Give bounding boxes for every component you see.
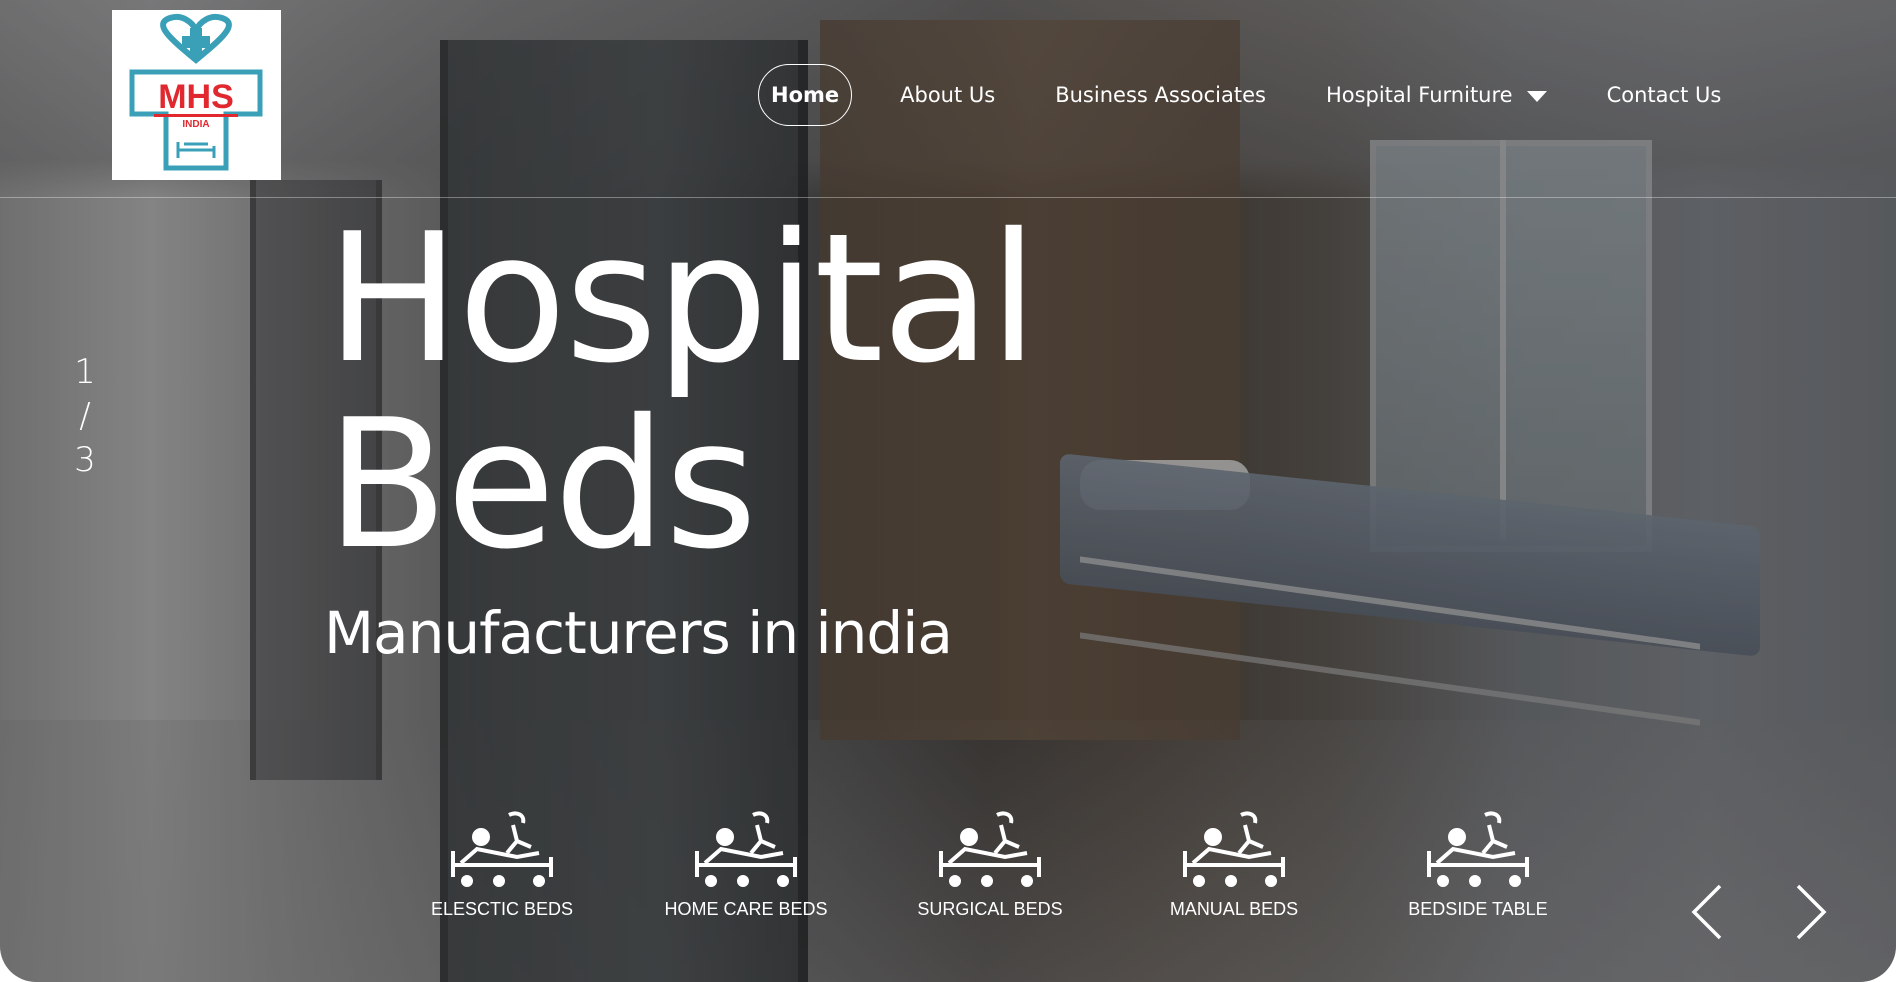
category-label: ELESCTIC BEDS (430, 899, 574, 919)
category-bedside-table[interactable]: BEDSIDE TABLE (1356, 805, 1600, 920)
category-surgical-beds[interactable]: SURGICAL BEDS (868, 805, 1112, 920)
next-slide-button[interactable] (1786, 882, 1830, 942)
nav-hospital-furniture[interactable]: Hospital Furniture (1326, 83, 1547, 107)
chevron-left-icon (1691, 884, 1722, 940)
hospital-bed-icon (695, 811, 797, 887)
hospital-bed-icon (1427, 811, 1529, 887)
hero-subtitle: Manufacturers in india (324, 599, 953, 667)
nav-home[interactable]: Home (758, 64, 853, 126)
category-home-care-beds[interactable]: HOME CARE BEDS (624, 805, 868, 920)
nav-business-associates[interactable]: Business Associates (1055, 83, 1266, 107)
logo-country-text: INDIA (182, 119, 209, 130)
category-electric-beds[interactable]: ELESCTIC BEDS (380, 805, 624, 920)
category-label: SURGICAL BEDS (917, 899, 1063, 919)
hero-banner: MHS INDIA Home About Us Business Associa… (0, 0, 1896, 982)
hospital-bed-icon (451, 811, 553, 887)
logo-brand-text: MHS (158, 78, 234, 116)
logo-emblem: MHS INDIA (129, 14, 263, 171)
category-list: ELESCTIC BEDS HOME CARE BEDS SURGICAL BE… (380, 805, 1600, 920)
nav-about-us[interactable]: About Us (900, 83, 995, 107)
prev-slide-button[interactable] (1688, 882, 1732, 942)
slide-counter: 1 / 3 (70, 350, 100, 482)
category-manual-beds[interactable]: MANUAL BEDS (1112, 805, 1356, 920)
main-nav: Home About Us Business Associates Hospit… (758, 62, 1781, 128)
slide-total: 3 (74, 440, 96, 480)
hero-title: Hospital Beds (326, 195, 1038, 588)
site-logo[interactable]: MHS INDIA (112, 10, 281, 180)
slide-separator: / (79, 396, 91, 436)
chevron-down-icon (1526, 91, 1547, 102)
hero-title-line1: Hospital (326, 195, 1038, 402)
chevron-right-icon (1796, 884, 1827, 940)
category-label: MANUAL BEDS (1169, 899, 1299, 919)
hospital-bed-icon (939, 811, 1041, 887)
category-label: HOME CARE BEDS (664, 899, 828, 919)
hospital-bed-icon (1183, 811, 1285, 887)
slide-current: 1 (74, 352, 96, 392)
nav-contact-us[interactable]: Contact Us (1607, 83, 1722, 107)
category-label: BEDSIDE TABLE (1408, 899, 1548, 919)
hero-title-line2: Beds (326, 381, 757, 588)
nav-hospital-furniture-label: Hospital Furniture (1325, 83, 1513, 107)
